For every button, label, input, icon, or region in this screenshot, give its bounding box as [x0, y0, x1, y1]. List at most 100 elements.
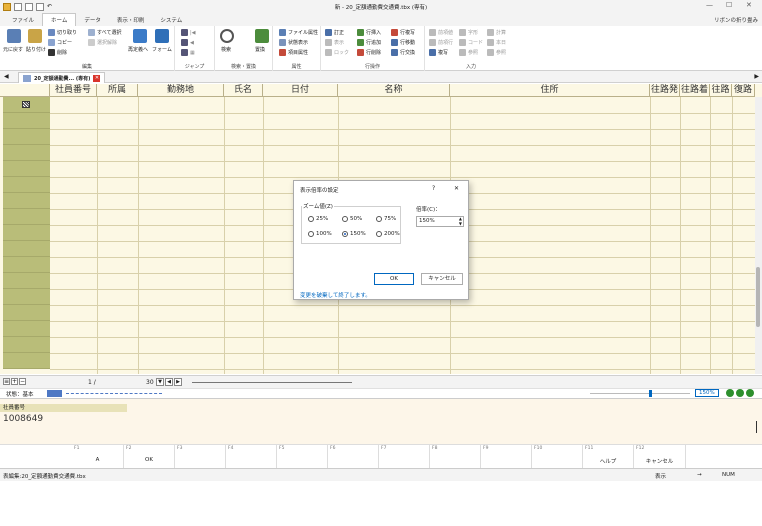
replace-label[interactable]: 置換 — [255, 46, 265, 53]
menu-tab-file[interactable]: ファイル — [4, 14, 42, 26]
fkey-f5[interactable]: F5 — [277, 445, 328, 469]
document-tab-close-icon[interactable]: ✕ — [93, 74, 101, 82]
row-header[interactable] — [3, 193, 50, 209]
zoom-slider-thumb[interactable] — [649, 390, 652, 397]
nav-remove-icon[interactable]: − — [19, 378, 26, 385]
search-icon[interactable] — [220, 29, 234, 43]
menu-tab-view-print[interactable]: 表示・印刷 — [109, 14, 153, 26]
fkey-f6[interactable]: F6 — [328, 445, 379, 469]
column-header-workplace[interactable]: 勤務地 — [138, 84, 224, 97]
tab-scroll-left-icon[interactable]: ◀ — [4, 73, 9, 80]
row-header[interactable] — [3, 145, 50, 161]
paste-label[interactable]: 貼り付け — [26, 46, 46, 53]
fkey-f2[interactable]: F2 OK — [124, 445, 175, 469]
row-header[interactable] — [3, 257, 50, 273]
cut-button[interactable]: 切り取り — [48, 29, 77, 36]
menu-tab-system[interactable]: システム — [152, 14, 190, 26]
row-header[interactable] — [3, 113, 50, 129]
zoom-radio-75[interactable]: 75% — [376, 216, 396, 222]
cancel-button[interactable]: キャンセル — [421, 273, 463, 285]
ok-button[interactable]: OK — [374, 273, 414, 285]
row-move-button[interactable]: 行移動 — [391, 39, 415, 46]
row-header[interactable] — [3, 161, 50, 177]
jump-table-button[interactable]: ▦ — [181, 49, 195, 56]
deselect-button[interactable]: 選択解除 — [88, 39, 117, 46]
show-button[interactable]: 表示 — [325, 39, 344, 46]
recalc-icon[interactable] — [133, 29, 147, 43]
ratio-input[interactable]: 150% ▲ ▼ — [416, 216, 464, 227]
zoom-radio-200[interactable]: 200% — [376, 231, 400, 237]
column-header-outbound[interactable]: 往路 — [710, 84, 732, 97]
maximize-button[interactable]: ☐ — [726, 1, 732, 9]
select-all-button[interactable]: すべて選択 — [88, 29, 121, 36]
undo-icon[interactable] — [7, 29, 21, 43]
copy-value-button[interactable]: 複写 — [429, 49, 448, 56]
jump-to-button[interactable]: 参照 — [459, 49, 478, 56]
page-dropdown-icon[interactable]: ▼ — [156, 378, 164, 386]
column-header-title[interactable]: 名称 — [338, 84, 450, 97]
row-header[interactable] — [3, 321, 50, 337]
row-header[interactable] — [3, 273, 50, 289]
prev-value-button[interactable]: 前項値 — [429, 29, 453, 36]
fkey-f1[interactable]: F1 A — [72, 445, 124, 469]
column-header-employee-no[interactable]: 社員番号 — [50, 84, 97, 97]
row-header[interactable] — [3, 337, 50, 353]
zoom-out-icon[interactable] — [726, 389, 734, 397]
nav-first-icon[interactable]: ≡ — [3, 378, 10, 385]
field-value-input[interactable]: 1008649 — [3, 414, 43, 424]
zoom-radio-100[interactable]: 100% — [308, 231, 332, 237]
fkey-f8[interactable]: F8 — [430, 445, 481, 469]
minimize-button[interactable]: — — [706, 1, 713, 9]
column-header-date[interactable]: 日付 — [263, 84, 338, 97]
correct-button[interactable]: 訂正 — [325, 29, 344, 36]
paste-icon[interactable] — [28, 29, 42, 43]
dialog-help-button[interactable]: ? — [432, 185, 435, 192]
zoom-radio-25[interactable]: 25% — [308, 216, 328, 222]
page-prev-icon[interactable]: ◀ — [165, 378, 173, 386]
row-header[interactable] — [3, 305, 50, 321]
vertical-scrollbar[interactable] — [755, 97, 762, 374]
form-label[interactable]: フォーム — [152, 46, 172, 53]
discard-changes-link[interactable]: 変更を破棄して終了します。 — [300, 291, 371, 299]
code-button[interactable]: コード — [459, 39, 483, 46]
row-header[interactable] — [3, 241, 50, 257]
prev-row-button[interactable]: 前項行 — [429, 39, 453, 46]
undo-label[interactable]: 元に戻す — [3, 46, 23, 53]
fkey-f9[interactable]: F9 — [481, 445, 532, 469]
today-button[interactable]: 本日 — [487, 39, 506, 46]
item-attr-button[interactable]: 項目属性 — [279, 49, 308, 56]
recalc-label[interactable]: 再定義へ — [128, 46, 148, 53]
search-label[interactable]: 検索 — [221, 46, 231, 53]
row-header[interactable] — [3, 129, 50, 145]
row-copy-button[interactable]: 行複写 — [391, 29, 415, 36]
ref-button[interactable]: 参照 — [487, 49, 506, 56]
ratio-spinner-icon[interactable]: ▲ ▼ — [459, 216, 462, 226]
replace-icon[interactable] — [255, 29, 269, 43]
row-delete-button[interactable]: 行削除 — [357, 49, 381, 56]
row-header[interactable] — [3, 209, 50, 225]
column-header-address[interactable]: 住所 — [450, 84, 650, 97]
fkey-f3[interactable]: F3 — [175, 445, 226, 469]
row-header[interactable] — [3, 177, 50, 193]
column-header-outbound-dep[interactable]: 往路発 — [650, 84, 680, 97]
fkey-f10[interactable]: F10 — [532, 445, 583, 469]
zoom-reset-icon[interactable] — [736, 389, 744, 397]
fkey-f12[interactable]: F12 キャンセル — [634, 445, 686, 469]
delete-button[interactable]: 削除 — [48, 49, 67, 56]
column-header-outbound-arr[interactable]: 往路着 — [680, 84, 710, 97]
nav-add-icon[interactable]: + — [11, 378, 18, 385]
ribbon-collapse-button[interactable]: リボンの折り畳み — [714, 16, 758, 24]
row-header[interactable] — [3, 225, 50, 241]
zoom-in-icon[interactable] — [746, 389, 754, 397]
row-add-button[interactable]: 行追加 — [357, 39, 381, 46]
menu-tab-data[interactable]: データ — [76, 14, 109, 26]
zoom-slider-track[interactable] — [590, 393, 690, 394]
form-icon[interactable] — [155, 29, 169, 43]
tab-scroll-right-icon[interactable]: ▶ — [754, 73, 759, 80]
row-swap-button[interactable]: 行交換 — [391, 49, 415, 56]
fkey-f11[interactable]: F11 ヘルプ — [583, 445, 634, 469]
copy-button[interactable]: コピー — [48, 39, 72, 46]
dialog-close-button[interactable]: ✕ — [454, 185, 459, 192]
column-header-name[interactable]: 氏名 — [224, 84, 263, 97]
row-header[interactable] — [3, 353, 50, 369]
